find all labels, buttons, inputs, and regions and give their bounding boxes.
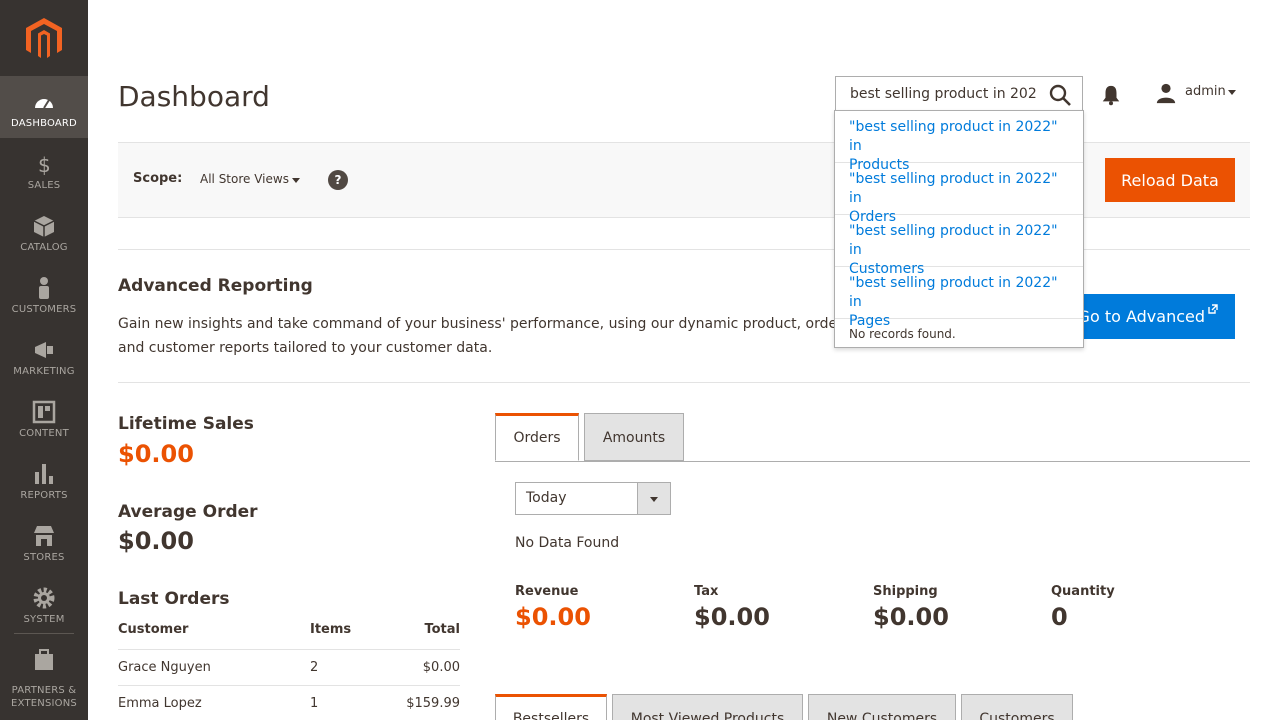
revenue-label: Revenue [515,584,579,599]
lifetime-sales-value: $0.00 [118,440,194,468]
person-icon [39,277,49,299]
sidebar-item-marketing[interactable]: Marketing [0,324,88,386]
search-suggestion-customers[interactable]: "best selling product in 2022" in Custom… [835,215,1083,277]
search-empty-message: No records found. [849,327,956,341]
chevron-down-icon[interactable] [650,497,658,502]
sidebar-item-system[interactable]: System [0,572,88,634]
sidebar-item-label: Marketing [13,366,75,377]
suggestion-query: "best selling product in 2022" in [849,223,1058,258]
bell-icon[interactable] [1100,84,1122,106]
megaphone-icon [35,342,53,358]
tab-customers[interactable]: Customers [961,694,1073,720]
chart-period-value: Today [526,490,567,506]
last-orders-table: Customer Items Total Grace Nguyen 2 $0.0… [118,616,460,720]
sidebar-item-label: Catalog [20,242,68,253]
last-orders-label: Last Orders [118,589,230,609]
tab-orders[interactable]: Orders [495,413,579,461]
order-total: $159.99 [380,685,460,720]
average-order-value: $0.00 [118,527,194,555]
sidebar-item-sales[interactable]: $ Sales [0,138,88,200]
lifetime-sales-label: Lifetime Sales [118,414,254,434]
search-input[interactable] [836,77,1036,111]
order-customer: Emma Lopez [118,685,310,720]
gear-icon [33,587,55,609]
tab-new-customers[interactable]: New Customers [808,694,956,720]
external-link-icon [1208,304,1218,314]
sidebar-item-partners-extensions[interactable]: Partners & Extensions [0,640,88,720]
chevron-down-icon[interactable] [1228,90,1236,95]
search-suggestion-pages[interactable]: "best selling product in 2022" in Pages [835,267,1083,329]
order-customer: Grace Nguyen [118,649,310,686]
sidebar-item-content[interactable]: Content [0,386,88,448]
puzzle-box-icon [35,649,53,670]
sidebar-item-reports[interactable]: Reports [0,448,88,510]
sidebar-item-catalog[interactable]: Catalog [0,200,88,262]
section-divider [118,382,1250,383]
table-header-row: Customer Items Total [118,616,460,650]
column-header-total: Total [380,616,460,650]
sidebar-item-label-line2: Extensions [11,698,77,709]
revenue-value: $0.00 [515,603,591,631]
sidebar-item-label: System [23,614,65,625]
store-icon [34,526,54,546]
suggestion-query: "best selling product in 2022" in [849,275,1058,310]
advanced-reporting-title: Advanced Reporting [118,276,313,296]
column-header-customer: Customer [118,616,310,650]
search-suggestions: "best selling product in 2022" in Produc… [834,110,1084,348]
svg-text:$: $ [38,153,51,176]
store-view-value: All Store Views [200,172,289,186]
order-items: 2 [310,649,380,686]
tab-bestsellers[interactable]: Bestsellers [495,694,607,720]
shipping-label: Shipping [873,584,938,599]
suggestion-query: "best selling product in 2022" in [849,171,1058,206]
table-row[interactable]: Grace Nguyen 2 $0.00 [118,649,460,686]
sidebar-item-label: Sales [27,180,61,191]
reload-data-button[interactable]: Reload Data [1105,158,1235,202]
search-suggestion-orders[interactable]: "best selling product in 2022" in Orders [835,163,1083,225]
cube-icon [33,216,55,237]
order-total: $0.00 [380,649,460,686]
search-icon[interactable] [1048,83,1072,107]
shipping-value: $0.00 [873,603,949,631]
sidebar-item-label: Reports [20,490,68,501]
sidebar-item-label: Dashboard [11,118,77,129]
user-name[interactable]: admin [1185,84,1226,99]
sidebar-item-customers[interactable]: Customers [0,262,88,324]
order-items: 1 [310,685,380,720]
scope-label: Scope: [133,171,183,186]
table-row[interactable]: Emma Lopez 1 $159.99 [118,685,460,720]
sidebar-item-label: Customers [11,304,77,315]
sidebar-item-label: Content [19,428,69,439]
global-search [835,76,1083,112]
quantity-label: Quantity [1051,584,1115,599]
magento-logo-icon[interactable] [24,16,64,60]
tab-amounts[interactable]: Amounts [584,413,684,461]
search-suggestion-products[interactable]: "best selling product in 2022" in Produc… [835,111,1083,173]
user-icon[interactable] [1155,82,1177,104]
sidebar-item-dashboard[interactable]: Dashboard [0,76,88,138]
tax-label: Tax [694,584,719,599]
admin-sidebar: Dashboard $ Sales Catalog Customers Mark… [0,0,88,720]
bar-chart-icon [35,464,53,484]
dashboard-icon [35,99,53,109]
average-order-label: Average Order [118,502,258,522]
quantity-value: 0 [1051,603,1068,631]
layout-icon [32,400,56,424]
column-header-items: Items [310,616,380,650]
tab-most-viewed-products[interactable]: Most Viewed Products [612,694,803,720]
tax-value: $0.00 [694,603,770,631]
sidebar-item-label: Stores [23,552,65,563]
help-icon[interactable]: ? [328,170,348,190]
sidebar-item-stores[interactable]: Stores [0,510,88,572]
page-title: Dashboard [118,80,270,113]
advanced-reporting-description: Gain new insights and take command of yo… [118,316,848,356]
sidebar-divider [14,633,74,634]
no-data-message: No Data Found [515,535,620,551]
suggestion-query: "best selling product in 2022" in [849,119,1058,154]
chevron-down-icon[interactable] [292,178,300,183]
sidebar-item-label: Partners & Extensions [0,684,88,710]
sidebar-item-label-line1: Partners & [11,685,77,696]
dollar-icon: $ [38,153,51,176]
